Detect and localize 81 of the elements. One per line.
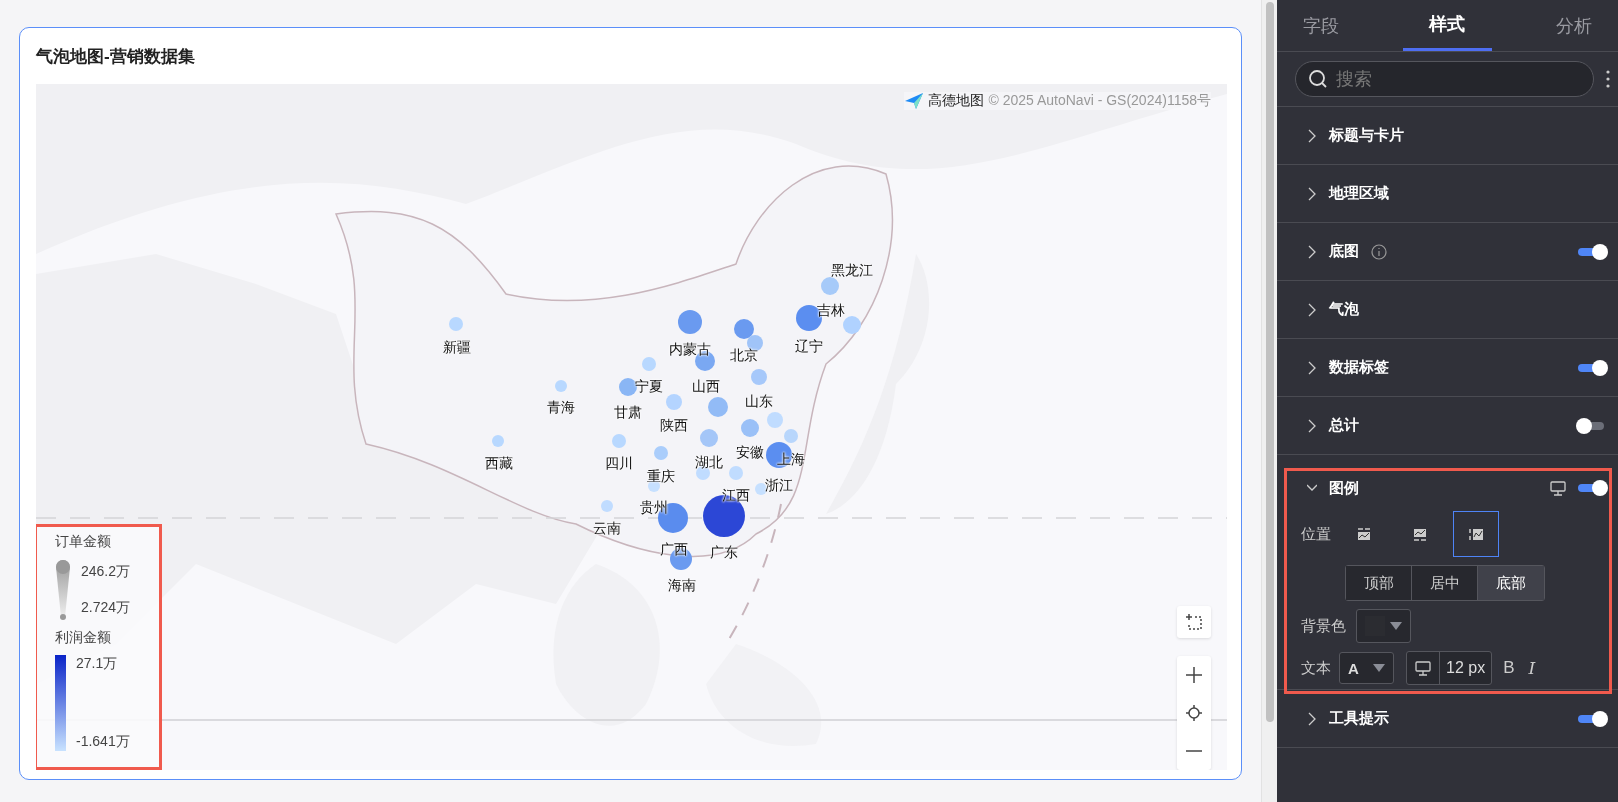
monitor-icon[interactable]: [1415, 660, 1431, 676]
legend-value: 2.724万: [81, 599, 131, 617]
province-label: 北京: [730, 347, 758, 365]
caret-icon: [1373, 664, 1385, 672]
legend-value: 246.2万: [81, 563, 131, 581]
province-label: 陕西: [660, 417, 688, 435]
plus-icon: [1185, 666, 1203, 684]
province-label: 广东: [710, 544, 738, 562]
chart-position-icon: [1468, 527, 1484, 541]
chevron-icon[interactable]: [1307, 244, 1317, 259]
position-button[interactable]: [1453, 511, 1499, 557]
legend-value: 27.1万: [76, 655, 119, 673]
segment-button[interactable]: 底部: [1478, 566, 1544, 600]
province-label: 新疆: [443, 339, 471, 357]
color-dropdown[interactable]: [1356, 609, 1411, 643]
section-title[interactable]: 气泡: [1329, 300, 1359, 319]
province-label: 重庆: [647, 468, 675, 486]
province-label: 海南: [668, 577, 696, 595]
tab[interactable]: 样式: [1403, 0, 1492, 51]
font-size-field[interactable]: 12 px: [1406, 651, 1493, 685]
province-label: 山西: [692, 378, 720, 396]
bold-button[interactable]: B: [1500, 658, 1518, 678]
legend-value: -1.641万: [76, 733, 130, 751]
province-label: 内蒙古: [669, 341, 711, 359]
caret-icon: [1390, 622, 1402, 630]
data-bubble[interactable]: [766, 442, 792, 468]
size-scale-icon: [55, 559, 71, 621]
province-label: 宁夏: [635, 378, 663, 396]
info-icon[interactable]: [1371, 243, 1387, 260]
card-title: 气泡地图-营销数据集: [36, 45, 196, 68]
province-label: 云南: [593, 520, 621, 538]
chart-position-icon: [1356, 527, 1372, 541]
italic-button[interactable]: I: [1525, 658, 1539, 678]
field-label: 位置: [1301, 524, 1331, 544]
province-label: 西藏: [485, 455, 513, 473]
section-title[interactable]: 数据标签: [1329, 358, 1389, 377]
province-label: 山东: [745, 393, 773, 411]
search-field[interactable]: 搜索: [1295, 61, 1594, 97]
chevron-icon[interactable]: [1307, 302, 1317, 317]
province-label: 辽宁: [795, 338, 823, 356]
scrollbar-thumb[interactable]: [1265, 2, 1274, 722]
province-label: 安徽: [736, 444, 764, 462]
tab[interactable]: 分析: [1529, 0, 1618, 51]
field-label: 文本: [1301, 658, 1331, 678]
province-label: 四川: [605, 455, 633, 473]
crosshair-icon: [1185, 704, 1203, 722]
box-select-button[interactable]: [1177, 606, 1211, 638]
monitor-icon[interactable]: [1550, 480, 1566, 496]
logo-icon: [904, 92, 925, 110]
province-label: 浙江: [765, 477, 793, 495]
province-label: 上海: [777, 451, 805, 469]
province-label: 甘肃: [614, 404, 642, 422]
section-title[interactable]: 标题与卡片: [1329, 126, 1404, 145]
section-title[interactable]: 底图: [1329, 242, 1359, 261]
province-label: 青海: [547, 399, 575, 417]
attribution-text: © 2025 AutoNavi - GS(2024)1158号: [988, 92, 1211, 110]
province-label: 贵州: [640, 499, 668, 517]
chevron-icon[interactable]: [1307, 711, 1317, 726]
more-icon[interactable]: [1606, 70, 1610, 88]
segment-button[interactable]: 顶部: [1346, 566, 1412, 600]
chart-position-icon: [1412, 527, 1428, 541]
chevron-icon[interactable]: [1307, 418, 1317, 433]
chevron-icon[interactable]: [1307, 128, 1317, 143]
minus-icon: [1185, 750, 1203, 752]
legend-title: 利润金额: [55, 629, 112, 647]
section-title[interactable]: 总计: [1329, 416, 1359, 435]
legend-title: 订单金额: [55, 533, 112, 551]
chevron-icon[interactable]: [1307, 360, 1317, 375]
tab[interactable]: 字段: [1277, 0, 1366, 51]
province-label: 湖北: [695, 454, 723, 472]
section-title[interactable]: 图例: [1329, 478, 1359, 498]
section-title[interactable]: 地理区域: [1329, 184, 1389, 203]
province-label: 黑龙江: [831, 262, 873, 280]
font-color-dropdown[interactable]: A: [1339, 652, 1394, 684]
field-label: 背景色: [1301, 616, 1346, 636]
chevron-icon[interactable]: [1307, 186, 1317, 201]
section-title[interactable]: 工具提示: [1329, 709, 1389, 728]
segment-button[interactable]: 居中: [1412, 566, 1478, 600]
province-label: 吉林: [817, 302, 845, 320]
box-select-icon: [1185, 613, 1203, 631]
brand-name: 高德地图: [928, 92, 985, 110]
